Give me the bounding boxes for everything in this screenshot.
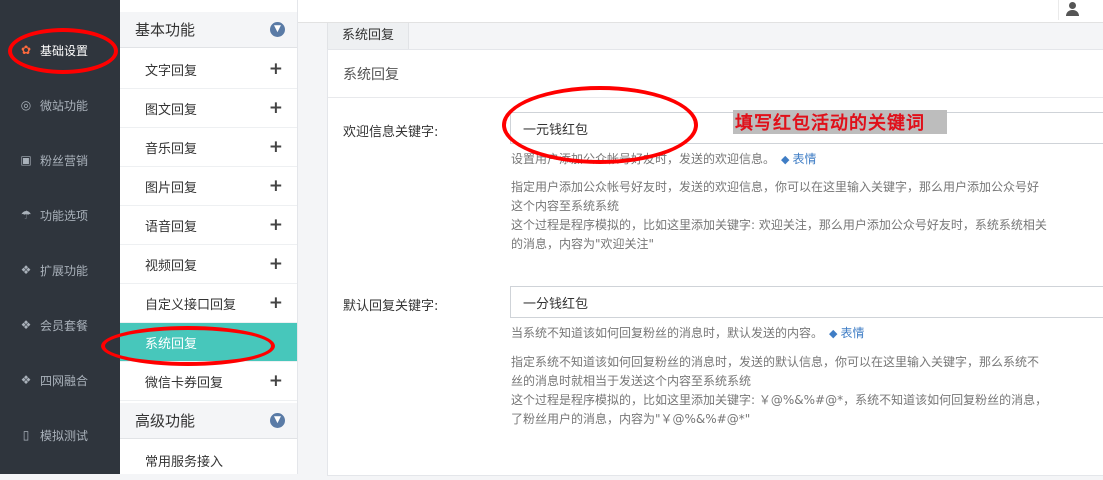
sidebar-item-extensions[interactable]: ❖ 扩展功能 (0, 243, 120, 297)
section-title: 高级功能 (135, 412, 196, 430)
sidebar-item-label: 扩展功能 (40, 263, 89, 278)
note-line: 指定系统不知道该如何回复粉丝的消息时，发送的默认信息，你可以在这里输入关键字，那… (511, 355, 1040, 369)
sidebar-item-micro-site[interactable]: ◎ 微站功能 (0, 78, 120, 132)
plus-icon[interactable]: + (269, 177, 283, 195)
submenu-item-image-reply[interactable]: 图片回复 + (120, 167, 297, 206)
sidebar-item-label: 基础设置 (40, 43, 89, 58)
sidebar-item-basic-settings[interactable]: ✿ 基础设置 (0, 23, 120, 77)
submenu-item-label: 常用服务接入 (145, 455, 224, 470)
submenu-item-label: 系统回复 (145, 336, 198, 352)
emoji-link[interactable]: 表情 (840, 326, 864, 340)
plus-icon[interactable]: + (269, 372, 283, 390)
cubes-icon: ❖ (20, 263, 32, 277)
sidebar-item-label: 四网融合 (40, 373, 89, 388)
submenu-item-voice-reply[interactable]: 语音回复 + (120, 206, 297, 245)
chevron-down-icon[interactable]: ▼ (270, 413, 285, 428)
plus-icon[interactable]: + (269, 138, 283, 156)
sidebar-item-label: 微站功能 (40, 98, 89, 113)
submenu-item-label: 文字回复 (145, 63, 198, 79)
submenu-item-music-reply[interactable]: 音乐回复 + (120, 128, 297, 167)
sidebar-item-feature-options[interactable]: ☂ 功能选项 (0, 188, 120, 242)
submenu-item-label: 图片回复 (145, 180, 198, 196)
submenu-item-label: 微信卡券回复 (145, 375, 224, 391)
sidebar-item-simulation-test[interactable]: ▯ 模拟测试 (0, 408, 120, 462)
sidebar-item-fan-marketing[interactable]: ▣ 粉丝营销 (0, 133, 120, 187)
plus-icon[interactable]: + (269, 255, 283, 273)
plus-icon[interactable]: + (269, 216, 283, 234)
submenu-item-label: 语音回复 (145, 219, 198, 235)
cubes-icon: ❖ (20, 373, 32, 387)
gift-icon: ▣ (20, 153, 32, 167)
panel-title: 系统回复 (328, 50, 1103, 98)
welcome-keyword-note: 指定用户添加公众帐号好友时，发送的欢迎信息，你可以在这里输入关键字，那么用户添加… (511, 178, 1103, 254)
system-reply-panel: 系统回复 欢迎信息关键字: 一元钱红包 设置用户添加公众帐号好友时，发送的欢迎信… (327, 49, 1103, 476)
sidebar-item-label: 模拟测试 (40, 428, 89, 443)
plus-icon[interactable]: + (269, 99, 283, 117)
default-keyword-input[interactable]: 一分钱红包 (510, 286, 1103, 318)
submenu-item-text-reply[interactable]: 文字回复 + (120, 50, 297, 89)
umbrella-icon: ☂ (20, 208, 32, 222)
plus-icon[interactable]: + (269, 294, 283, 312)
gear-icon: ✿ (20, 43, 32, 57)
note-line: 丝的消息时就相当于发送这个内容至系统系统 (511, 374, 752, 388)
mobile-icon: ▯ (22, 428, 30, 442)
note-line: 这个过程是程序模拟的，比如这里添加关键字: 欢迎关注，那么用户添加公众号好友时，… (511, 218, 1047, 232)
user-menu-button[interactable] (1058, 0, 1087, 20)
submenu-item-label: 图文回复 (145, 102, 198, 118)
submenu-section-advanced[interactable]: 高级功能 ▼ (120, 403, 297, 439)
github-icon: ◆ (781, 153, 790, 166)
emoji-link[interactable]: 表情 (792, 152, 816, 166)
welcome-keyword-help: 设置用户添加公众帐号好友时，发送的欢迎信息。 ◆ 表情 (511, 151, 817, 168)
help-text: 当系统不知道该如何回复粉丝的消息时，默认发送的内容。 (511, 326, 824, 340)
submenu-item-video-reply[interactable]: 视频回复 + (120, 245, 297, 284)
submenu-item-label: 音乐回复 (145, 141, 198, 157)
globe-icon: ◎ (20, 98, 32, 112)
annotation-label: 填写红包活动的关键词 (733, 110, 947, 134)
note-line: 这个过程是程序模拟的，比如这里添加关键字: ￥@%&%#@*，系统不知道该如何回… (511, 393, 1048, 407)
submenu-item-label: 视频回复 (145, 258, 198, 274)
cubes-icon: ❖ (20, 318, 32, 332)
function-submenu: 基本功能 ▼ 文字回复 + 图文回复 + 音乐回复 + 图片回复 + 语音回复 + 视频回… (120, 0, 298, 474)
default-keyword-help: 当系统不知道该如何回复粉丝的消息时，默认发送的内容。 ◆ 表情 (511, 325, 865, 342)
note-line: 指定用户添加公众帐号好友时，发送的欢迎信息，你可以在这里输入关键字，那么用户添加… (511, 180, 1040, 194)
submenu-section-basic[interactable]: 基本功能 ▼ (120, 12, 297, 48)
welcome-keyword-label: 欢迎信息关键字: (343, 125, 439, 140)
plus-icon[interactable]: + (269, 60, 283, 78)
sidebar-item-label: 粉丝营销 (40, 153, 89, 168)
help-text: 设置用户添加公众帐号好友时，发送的欢迎信息。 (511, 152, 776, 166)
note-line: 这个内容至系统系统 (511, 199, 620, 213)
sidebar-item-label: 功能选项 (40, 208, 89, 223)
submenu-item-custom-api-reply[interactable]: 自定义接口回复 + (120, 284, 297, 323)
github-icon: ◆ (829, 327, 838, 340)
sidebar-item-four-net[interactable]: ❖ 四网融合 (0, 353, 120, 407)
section-title: 基本功能 (135, 21, 196, 39)
submenu-item-label: 自定义接口回复 (145, 297, 237, 313)
main-sidebar: ✿ 基础设置 ◎ 微站功能 ▣ 粉丝营销 ☂ 功能选项 ❖ 扩展功能 ❖ 会员套… (0, 0, 120, 474)
sidebar-item-label: 会员套餐 (40, 318, 89, 333)
submenu-item-system-reply[interactable]: 系统回复 (120, 323, 297, 362)
default-keyword-label: 默认回复关键字: (343, 299, 439, 314)
default-keyword-note: 指定系统不知道该如何回复粉丝的消息时，发送的默认信息，你可以在这里输入关键字，那… (511, 353, 1103, 429)
submenu-item-common-services[interactable]: 常用服务接入 (120, 441, 297, 480)
submenu-item-news-reply[interactable]: 图文回复 + (120, 89, 297, 128)
note-line: 的消息，内容为"欢迎关注" (511, 237, 655, 251)
sidebar-item-membership[interactable]: ❖ 会员套餐 (0, 298, 120, 352)
main-content: 系统回复 系统回复 欢迎信息关键字: 一元钱红包 设置用户添加公众帐号好友时，发… (297, 0, 1103, 476)
note-line: 了粉丝用户的消息，内容为"￥@%&%#@*" (511, 412, 751, 426)
submenu-item-wechat-card-reply[interactable]: 微信卡券回复 + (120, 362, 297, 401)
chevron-down-icon[interactable]: ▼ (270, 22, 285, 37)
